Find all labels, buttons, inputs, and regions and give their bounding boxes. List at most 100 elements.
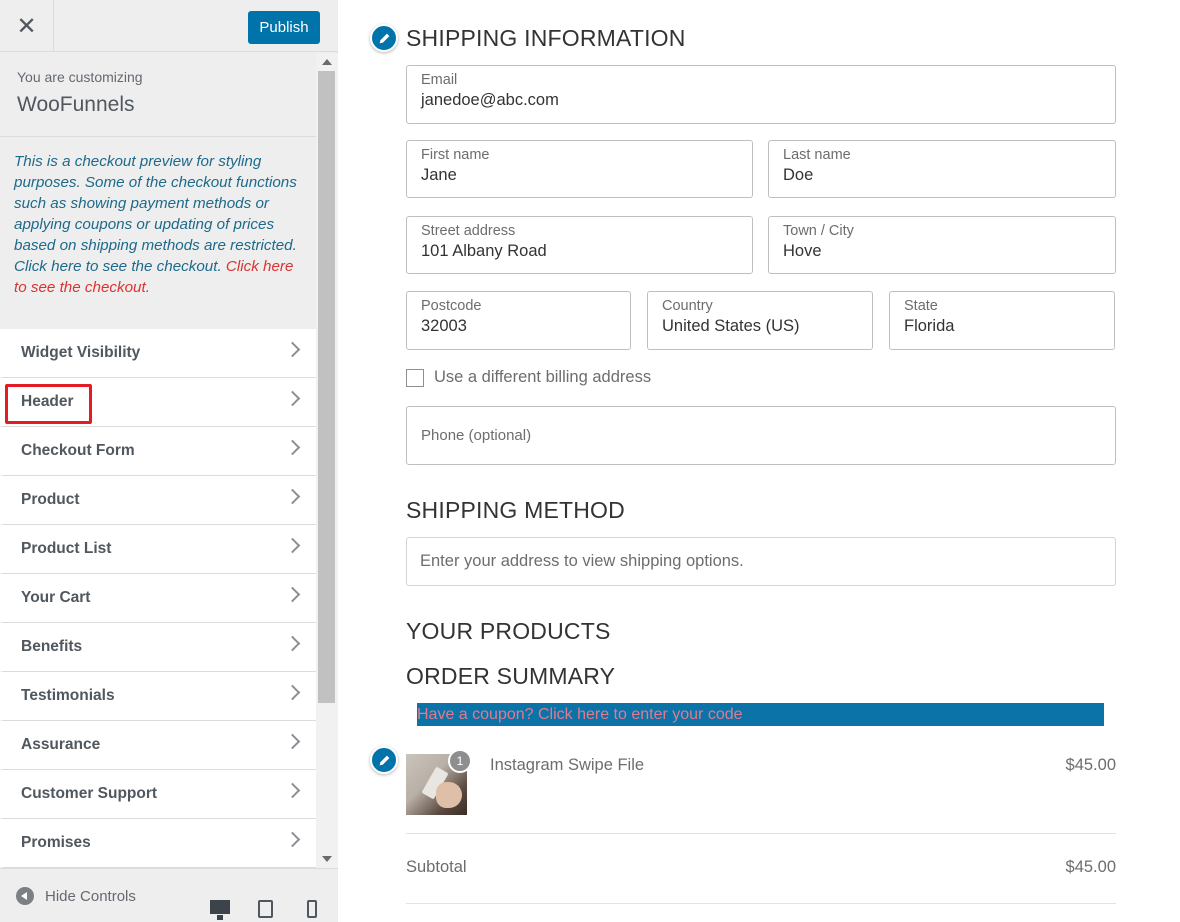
email-label: Email: [421, 72, 458, 88]
coupon-link[interactable]: Have a coupon? Click here to enter your …: [417, 703, 1104, 726]
street-address-field[interactable]: Street address 101 Albany Road: [406, 216, 753, 274]
chevron-right-icon: [284, 733, 301, 750]
phone-field[interactable]: Phone (optional): [406, 406, 1116, 465]
summary-divider: [406, 903, 1116, 904]
panel-item-testimonials[interactable]: Testimonials: [0, 672, 316, 721]
panel-item-product-list[interactable]: Product List: [0, 525, 316, 574]
state-value: Florida: [904, 317, 955, 335]
country-value: United States (US): [662, 317, 800, 335]
notice-text: This is a checkout preview for styling p…: [14, 153, 297, 275]
scroll-down-arrow-icon[interactable]: [322, 856, 332, 862]
panel-item-label: Widget Visibility: [21, 344, 141, 361]
chevron-right-icon: [284, 488, 301, 505]
state-label: State: [904, 298, 938, 314]
different-billing-checkbox-row[interactable]: Use a different billing address: [406, 368, 651, 387]
chevron-right-icon: [284, 341, 301, 358]
panel-item-label: Testimonials: [21, 687, 115, 704]
panel-item-label: Your Cart: [21, 589, 91, 606]
your-products-title: YOUR PRODUCTS: [406, 618, 611, 644]
city-label: Town / City: [783, 223, 854, 239]
email-value: janedoe@abc.com: [421, 91, 559, 109]
different-billing-checkbox[interactable]: [406, 368, 424, 387]
postcode-value: 32003: [421, 317, 467, 335]
panel-item-header[interactable]: Header: [0, 378, 316, 427]
different-billing-label: Use a different billing address: [434, 368, 652, 386]
close-button[interactable]: ✕: [0, 0, 54, 52]
panel-item-label: Checkout Form: [21, 442, 135, 459]
last-name-label: Last name: [783, 147, 851, 163]
publish-button[interactable]: Publish: [248, 11, 320, 44]
first-name-value: Jane: [421, 166, 457, 184]
country-select[interactable]: Country United States (US): [647, 291, 873, 350]
panel-item-product[interactable]: Product: [0, 476, 316, 525]
customizing-title: WooFunnels: [17, 93, 135, 116]
panel-item-label: Header: [21, 393, 74, 410]
tablet-icon[interactable]: [258, 900, 273, 918]
scrollbar-thumb[interactable]: [318, 71, 335, 703]
city-value: Hove: [783, 242, 822, 260]
panel-item-label: Assurance: [21, 736, 101, 753]
panel-item-assurance[interactable]: Assurance: [0, 721, 316, 770]
street-address-value: 101 Albany Road: [421, 242, 547, 260]
customizing-label: You are customizing: [17, 69, 143, 85]
panel-item-label: Promises: [21, 834, 91, 851]
city-field[interactable]: Town / City Hove: [768, 216, 1116, 274]
street-address-label: Street address: [421, 223, 516, 239]
state-select[interactable]: State Florida: [889, 291, 1115, 350]
product-price: $45.00: [1065, 756, 1116, 774]
hide-controls-button[interactable]: Hide Controls: [16, 887, 136, 905]
customizer-header: ✕ Publish: [0, 0, 338, 52]
chevron-right-icon: [284, 390, 301, 407]
panel-item-your-cart[interactable]: Your Cart: [0, 574, 316, 623]
shipping-options-message: Enter your address to view shipping opti…: [406, 537, 1116, 586]
pencil-icon[interactable]: [370, 746, 398, 774]
chevron-right-icon: [284, 831, 301, 848]
shipping-information-title: SHIPPING INFORMATION: [406, 25, 686, 51]
subtotal-label: Subtotal: [406, 858, 467, 876]
panel-item-label: Product List: [21, 540, 112, 557]
chevron-right-icon: [284, 537, 301, 554]
panel-item-benefits[interactable]: Benefits: [0, 623, 316, 672]
chevron-right-icon: [284, 439, 301, 456]
chevron-right-icon: [284, 684, 301, 701]
sidebar-scrollbar[interactable]: [316, 53, 338, 868]
postcode-label: Postcode: [421, 298, 482, 314]
panel-list: Widget Visibility Header Checkout Form Prod…: [0, 329, 316, 868]
hide-controls-label: Hide Controls: [45, 887, 136, 905]
customizer-footer: Hide Controls: [0, 868, 338, 922]
product-name: Instagram Swipe File: [490, 756, 645, 774]
arrow-left-circle-icon: [16, 887, 34, 905]
first-name-field[interactable]: First name Jane: [406, 140, 753, 198]
panel-item-label: Product: [21, 491, 80, 508]
phone-placeholder: Phone (optional): [421, 427, 532, 444]
scroll-up-arrow-icon[interactable]: [322, 59, 332, 65]
order-summary-title: ORDER SUMMARY: [406, 663, 616, 689]
summary-divider: [406, 833, 1116, 834]
panel-item-checkout-form[interactable]: Checkout Form: [0, 427, 316, 476]
close-icon: ✕: [16, 12, 37, 40]
product-image-hand: [436, 782, 462, 808]
email-field[interactable]: Email janedoe@abc.com: [406, 65, 1116, 124]
panel-item-label: Customer Support: [21, 785, 158, 802]
panel-item-promises[interactable]: Promises: [0, 819, 316, 868]
preview-notice: This is a checkout preview for styling p…: [0, 137, 316, 329]
checkout-preview: SHIPPING INFORMATION Email janedoe@abc.c…: [338, 0, 1180, 922]
last-name-value: Doe: [783, 166, 814, 184]
chevron-right-icon: [284, 586, 301, 603]
desktop-icon[interactable]: [210, 900, 230, 920]
shipping-method-title: SHIPPING METHOD: [406, 497, 625, 523]
panel-item-label: Benefits: [21, 638, 83, 655]
customizer-sidebar: ✕ Publish You are customizing WooFunnels…: [0, 0, 338, 922]
chevron-right-icon: [284, 782, 301, 799]
quantity-badge: 1: [448, 749, 472, 773]
last-name-field[interactable]: Last name Doe: [768, 140, 1116, 198]
panel-item-widget-visibility[interactable]: Widget Visibility: [0, 329, 316, 378]
subtotal-value: $45.00: [1065, 858, 1116, 876]
pencil-icon[interactable]: [370, 24, 398, 52]
country-label: Country: [662, 298, 713, 314]
postcode-field[interactable]: Postcode 32003: [406, 291, 631, 350]
chevron-right-icon: [284, 635, 301, 652]
mobile-icon[interactable]: [307, 900, 317, 918]
panel-item-customer-support[interactable]: Customer Support: [0, 770, 316, 819]
customizer-panels-scroll-area: You are customizing WooFunnels This is a…: [0, 53, 316, 868]
